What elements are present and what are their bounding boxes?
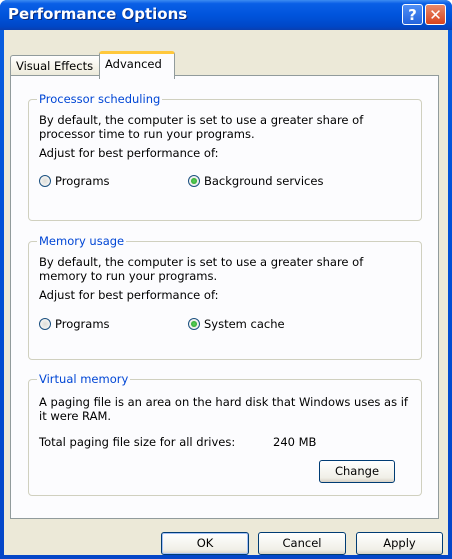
- apply-button[interactable]: Apply: [356, 532, 443, 555]
- memory-radio-system-cache-label: System cache: [204, 317, 285, 331]
- virtual-memory-group: Virtual memory A paging file is an area …: [28, 372, 422, 496]
- processor-radio-programs[interactable]: Programs: [39, 174, 110, 188]
- advanced-tab-panel: Processor scheduling By default, the com…: [10, 75, 439, 519]
- processor-radio-background-services[interactable]: Background services: [188, 174, 323, 188]
- memory-prompt: Adjust for best performance of:: [39, 288, 219, 302]
- help-button[interactable]: ?: [402, 4, 423, 25]
- performance-options-window: Performance Options ? ✕ Visual Effects A…: [0, 0, 452, 559]
- paging-total-value: 240 MB: [273, 435, 317, 449]
- close-button[interactable]: ✕: [425, 4, 446, 25]
- tab-visual-effects[interactable]: Visual Effects: [10, 55, 107, 76]
- dialog-body: Visual Effects Advanced Processor schedu…: [4, 30, 448, 555]
- title-bar[interactable]: Performance Options ? ✕: [0, 0, 452, 30]
- radio-unselected-icon: [39, 318, 51, 330]
- radio-selected-icon: [188, 175, 200, 187]
- virtual-memory-description: A paging file is an area on the hard dis…: [39, 395, 408, 423]
- tab-advanced[interactable]: Advanced: [99, 51, 175, 79]
- processor-radio-background-label: Background services: [204, 174, 324, 188]
- memory-radio-system-cache[interactable]: System cache: [188, 317, 285, 331]
- processor-radio-programs-label: Programs: [55, 174, 110, 188]
- radio-unselected-icon: [39, 175, 51, 187]
- radio-selected-icon: [188, 318, 200, 330]
- processor-description: By default, the computer is set to use a…: [39, 113, 364, 141]
- paging-total-label: Total paging file size for all drives:: [39, 435, 236, 449]
- memory-radio-programs-label: Programs: [55, 317, 110, 331]
- memory-usage-legend: Memory usage: [37, 234, 127, 248]
- memory-usage-group: Memory usage By default, the computer is…: [28, 234, 422, 360]
- ok-button[interactable]: OK: [161, 532, 249, 555]
- virtual-memory-legend: Virtual memory: [37, 372, 131, 386]
- change-button[interactable]: Change: [319, 460, 395, 483]
- cancel-button[interactable]: Cancel: [258, 532, 346, 555]
- processor-scheduling-legend: Processor scheduling: [37, 92, 163, 106]
- processor-scheduling-group: Processor scheduling By default, the com…: [28, 92, 422, 221]
- processor-prompt: Adjust for best performance of:: [39, 146, 219, 160]
- memory-description: By default, the computer is set to use a…: [39, 255, 364, 283]
- memory-radio-programs[interactable]: Programs: [39, 317, 110, 331]
- window-title: Performance Options: [8, 5, 188, 23]
